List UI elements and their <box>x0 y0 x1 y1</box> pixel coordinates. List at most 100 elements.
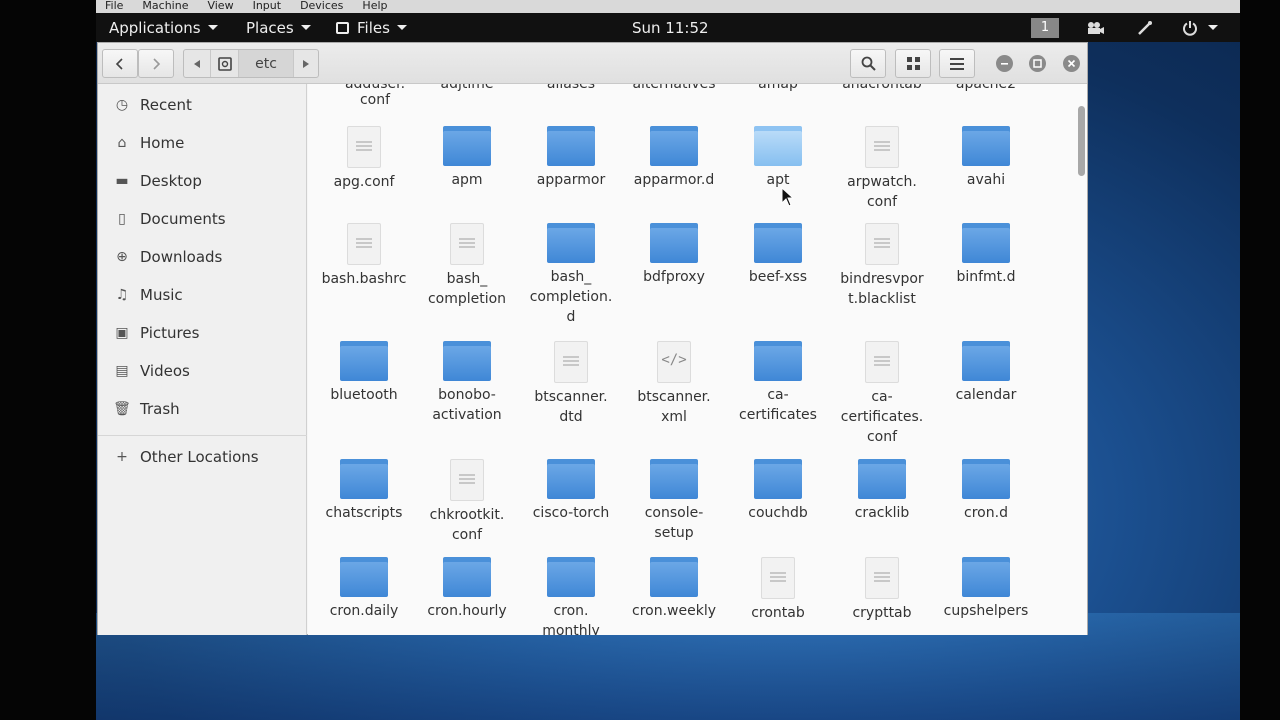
clock[interactable]: Sun 11:52 <box>632 19 709 37</box>
sidebar-item-videos[interactable]: ▤ Videos <box>98 356 307 386</box>
music-icon: ♫ <box>115 287 129 303</box>
back-button[interactable] <box>102 49 138 78</box>
file-item-cron-monthly[interactable]: cron. monthly <box>521 557 621 635</box>
file-item-cracklib[interactable]: cracklib <box>832 459 932 523</box>
minimize-button[interactable] <box>996 55 1013 72</box>
path-segment-etc[interactable]: etc <box>238 50 294 77</box>
applications-menu[interactable]: Applications <box>109 19 218 37</box>
path-scroll-right-button[interactable] <box>294 50 318 77</box>
file-item-cron-hourly[interactable]: cron.hourly <box>417 557 517 621</box>
code-file-icon: </> <box>657 341 691 383</box>
file-label: console-setup <box>644 505 704 541</box>
file-item-bash-completion[interactable]: bash_ completion <box>417 223 517 309</box>
file-item-console-setup[interactable]: console-setup <box>624 459 724 543</box>
search-icon <box>861 56 876 71</box>
file-item-arpwatch-conf[interactable]: arpwatch. conf <box>832 126 932 212</box>
vm-menu-devices[interactable]: Devices <box>300 0 343 13</box>
triangle-left-icon <box>194 59 200 68</box>
path-scroll-left-button[interactable] <box>184 50 210 77</box>
file-label: bash.bashrc <box>321 271 407 287</box>
places-menu[interactable]: Places <box>246 19 311 37</box>
sidebar-item-pictures[interactable]: ▣ Pictures <box>98 318 307 348</box>
sidebar-item-documents[interactable]: ▯ Documents <box>98 204 307 234</box>
file-item-binfmt-d[interactable]: binfmt.d <box>936 223 1036 287</box>
close-button[interactable] <box>1063 55 1080 72</box>
file-item-bash-bashrc[interactable]: bash.bashrc <box>314 223 414 289</box>
file-item-beef-xss[interactable]: beef-xss <box>728 223 828 287</box>
maximize-button[interactable] <box>1029 55 1046 72</box>
file-item-cupshelpers[interactable]: cupshelpers <box>936 557 1036 621</box>
sidebar-item-home[interactable]: ⌂ Home <box>98 128 307 158</box>
file-item-chkrootkit-conf[interactable]: chkrootkit. conf <box>417 459 517 545</box>
file-label: apt <box>766 172 790 188</box>
sidebar-item-other-locations[interactable]: + Other Locations <box>98 442 307 472</box>
sidebar-item-downloads[interactable]: ⊕ Downloads <box>98 242 307 272</box>
file-label-partial[interactable]: amap <box>728 84 828 92</box>
vm-menu-file[interactable]: File <box>105 0 123 13</box>
folder-icon <box>547 557 595 597</box>
home-icon: ⌂ <box>117 135 127 151</box>
vm-menu-view[interactable]: View <box>207 0 233 13</box>
file-item-apt[interactable]: apt <box>728 126 828 190</box>
pen-icon[interactable] <box>1137 20 1153 36</box>
forward-button[interactable] <box>138 49 174 78</box>
workspace-indicator[interactable]: 1 <box>1031 18 1059 38</box>
video-camera-icon[interactable] <box>1086 21 1104 35</box>
sidebar-item-music[interactable]: ♫ Music <box>98 280 307 310</box>
menu-button[interactable] <box>939 49 975 78</box>
search-button[interactable] <box>850 49 886 78</box>
file-item-ca-certificates[interactable]: ca-certificates <box>728 341 828 425</box>
chevron-right-icon <box>153 57 161 70</box>
files-app-menu[interactable]: Files <box>336 19 407 37</box>
file-label-partial[interactable]: adduser. conf <box>330 84 420 108</box>
mouse-cursor-icon <box>781 187 795 207</box>
file-item-cron-daily[interactable]: cron.daily <box>314 557 414 621</box>
file-label-partial[interactable]: anacrontab <box>832 84 932 92</box>
file-label-partial[interactable]: adjtime <box>417 84 517 92</box>
file-label-partial[interactable]: aliases <box>521 84 621 92</box>
file-item-crypttab[interactable]: crypttab <box>832 557 932 623</box>
file-item-btscanner-dtd[interactable]: btscanner. dtd <box>521 341 621 427</box>
file-item-bluetooth[interactable]: bluetooth <box>314 341 414 405</box>
file-item-apm[interactable]: apm <box>417 126 517 190</box>
file-item-cron-weekly[interactable]: cron.weekly <box>624 557 724 621</box>
file-item-bonobo-activation[interactable]: bonobo-activation <box>417 341 517 425</box>
vm-menu-input[interactable]: Input <box>253 0 281 13</box>
file-label: calendar <box>955 387 1017 403</box>
file-item-bdfproxy[interactable]: bdfproxy <box>624 223 724 287</box>
sidebar-item-label: Downloads <box>140 248 223 266</box>
file-item-ca-certificates-conf[interactable]: ca-certificates. conf <box>832 341 932 447</box>
file-item-crontab[interactable]: crontab <box>728 557 828 623</box>
file-item-apparmor[interactable]: apparmor <box>521 126 621 190</box>
text-file-icon <box>865 557 899 599</box>
file-item-cisco-torch[interactable]: cisco-torch <box>521 459 621 523</box>
folder-icon <box>650 557 698 597</box>
file-item-bash-completion-d[interactable]: bash_ completion. d <box>521 223 621 327</box>
vertical-scrollbar[interactable] <box>1077 84 1087 635</box>
scrollbar-thumb[interactable] <box>1078 106 1085 176</box>
vm-menu-machine[interactable]: Machine <box>142 0 188 13</box>
file-item-cron-d[interactable]: cron.d <box>936 459 1036 523</box>
file-item-bindresvport-blacklist[interactable]: bindresvpor t.blacklist <box>832 223 932 309</box>
vm-menu-help[interactable]: Help <box>362 0 387 13</box>
folder-icon <box>962 459 1010 499</box>
download-icon: ⊕ <box>116 249 128 265</box>
file-item-apg-conf[interactable]: apg.conf <box>314 126 414 192</box>
file-item-apparmor-d[interactable]: apparmor.d <box>624 126 724 190</box>
file-manager-window: etc ◷ Recent ⌂ Home ▬ Desktop ▯ Documents ⊕ D <box>97 42 1088 635</box>
power-menu[interactable] <box>1182 20 1218 36</box>
sidebar-item-trash[interactable]: 🗑 Trash <box>98 394 307 424</box>
file-label-partial[interactable]: alternatives <box>624 84 724 92</box>
file-label-partial[interactable]: apache2 <box>936 84 1036 92</box>
file-item-chatscripts[interactable]: chatscripts <box>314 459 414 523</box>
file-item-avahi[interactable]: avahi <box>936 126 1036 190</box>
file-item-couchdb[interactable]: couchdb <box>728 459 828 523</box>
close-icon <box>1067 59 1076 68</box>
file-item-calendar[interactable]: calendar <box>936 341 1036 405</box>
sidebar-item-recent[interactable]: ◷ Recent <box>98 90 307 120</box>
path-root-button[interactable] <box>210 50 238 77</box>
folder-icon <box>340 341 388 381</box>
file-item-btscanner-xml[interactable]: </> btscanner. xml <box>624 341 724 427</box>
sidebar-item-desktop[interactable]: ▬ Desktop <box>98 166 307 196</box>
view-grid-button[interactable] <box>895 49 931 78</box>
